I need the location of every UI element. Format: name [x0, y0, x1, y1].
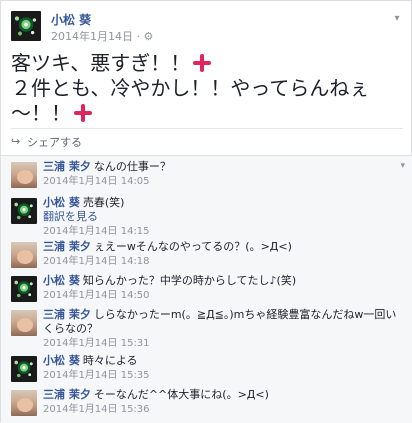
comment-author[interactable]: 三浦 茉夕	[43, 240, 91, 253]
divider	[11, 128, 403, 129]
comment-author[interactable]: 小松 葵	[43, 354, 80, 367]
anger-icon	[74, 104, 92, 122]
anger-icon	[193, 54, 211, 72]
comment-text: ぇえーwそんなのやってるの？(。>Д<)	[93, 240, 292, 253]
comment-time[interactable]: 2014年1月14日 15:35	[43, 369, 398, 383]
commenter-avatar[interactable]	[11, 198, 37, 224]
comment-text: 売春(笑)	[82, 196, 125, 209]
commenter-avatar[interactable]	[11, 162, 37, 188]
comment-author[interactable]: 三浦 茉夕	[43, 160, 91, 173]
commenter-avatar[interactable]	[11, 276, 37, 302]
comment-time[interactable]: 2014年1月14日 15:36	[43, 403, 398, 417]
comment-time[interactable]: 2014年1月14日 14:18	[43, 255, 398, 269]
comment-time[interactable]: 2014年1月14日 14:15	[43, 225, 398, 239]
gear-icon: · ⚙	[136, 30, 154, 43]
comment-author[interactable]: 小松 葵	[43, 196, 80, 209]
chevron-down-icon[interactable]: ▾	[400, 161, 405, 171]
post-timestamp[interactable]: 2014年1月14日 · ⚙	[51, 28, 153, 44]
comment-time[interactable]: 2014年1月14日 14:50	[43, 289, 398, 303]
comment-author[interactable]: 小松 葵	[43, 274, 80, 287]
share-button[interactable]: ↪ シェアする	[11, 132, 82, 152]
share-arrow-icon: ↪	[11, 135, 21, 148]
commenter-avatar[interactable]	[11, 242, 37, 268]
post-line-2: ２件とも、冷やかし！！やってらんねぇ	[11, 76, 370, 100]
comment-time[interactable]: 2014年1月14日 15:31	[43, 337, 398, 351]
comment-text: しらなかったーm(。≧Д≦。)mちゃ経験豊富なんだねw一回いくらなの？	[43, 308, 397, 335]
comment-author[interactable]: 三浦 茉夕	[43, 388, 91, 401]
post-date[interactable]: 2014年1月14日	[51, 30, 133, 43]
share-label: シェアする	[27, 136, 82, 149]
post-message: 客ツキ、悪すぎ！！ ２件とも、冷やかし！！やってらんねぇ ～！！	[11, 51, 403, 126]
comment-list: 三浦 茉夕 なんの仕事ー？ 2014年1月14日 14:05 小松 葵売春(笑) …	[1, 155, 412, 423]
comment-text: 時々による	[82, 354, 138, 367]
post-line-1: 客ツキ、悪すぎ！！	[11, 51, 191, 75]
post-header: 小松 葵 2014年1月14日 · ⚙ ▾	[11, 11, 403, 45]
commenter-avatar[interactable]	[11, 390, 37, 416]
commenter-avatar[interactable]	[11, 356, 37, 382]
chevron-down-icon[interactable]: ▾	[391, 14, 403, 24]
author-avatar[interactable]	[11, 11, 41, 41]
comment-time[interactable]: 2014年1月14日 14:05	[43, 175, 398, 189]
post-author-name[interactable]: 小松 葵	[51, 11, 91, 28]
comment-author[interactable]: 三浦 茉夕	[43, 308, 91, 321]
comment-text: そーなんだ^^体大事にね(。>Д<)	[93, 388, 269, 401]
comment-text: なんの仕事ー？	[93, 160, 171, 173]
post-card: 小松 葵 2014年1月14日 · ⚙ ▾ 客ツキ、悪すぎ！！ ２件とも、冷やか…	[0, 0, 412, 423]
commenter-avatar[interactable]	[11, 310, 37, 336]
comment-text: 知らんかった？中学の時からしてたし♪(笑)	[82, 274, 297, 287]
post-line-3: ～！！	[11, 101, 71, 125]
translate-link[interactable]: 翻訳を見る	[43, 210, 398, 224]
